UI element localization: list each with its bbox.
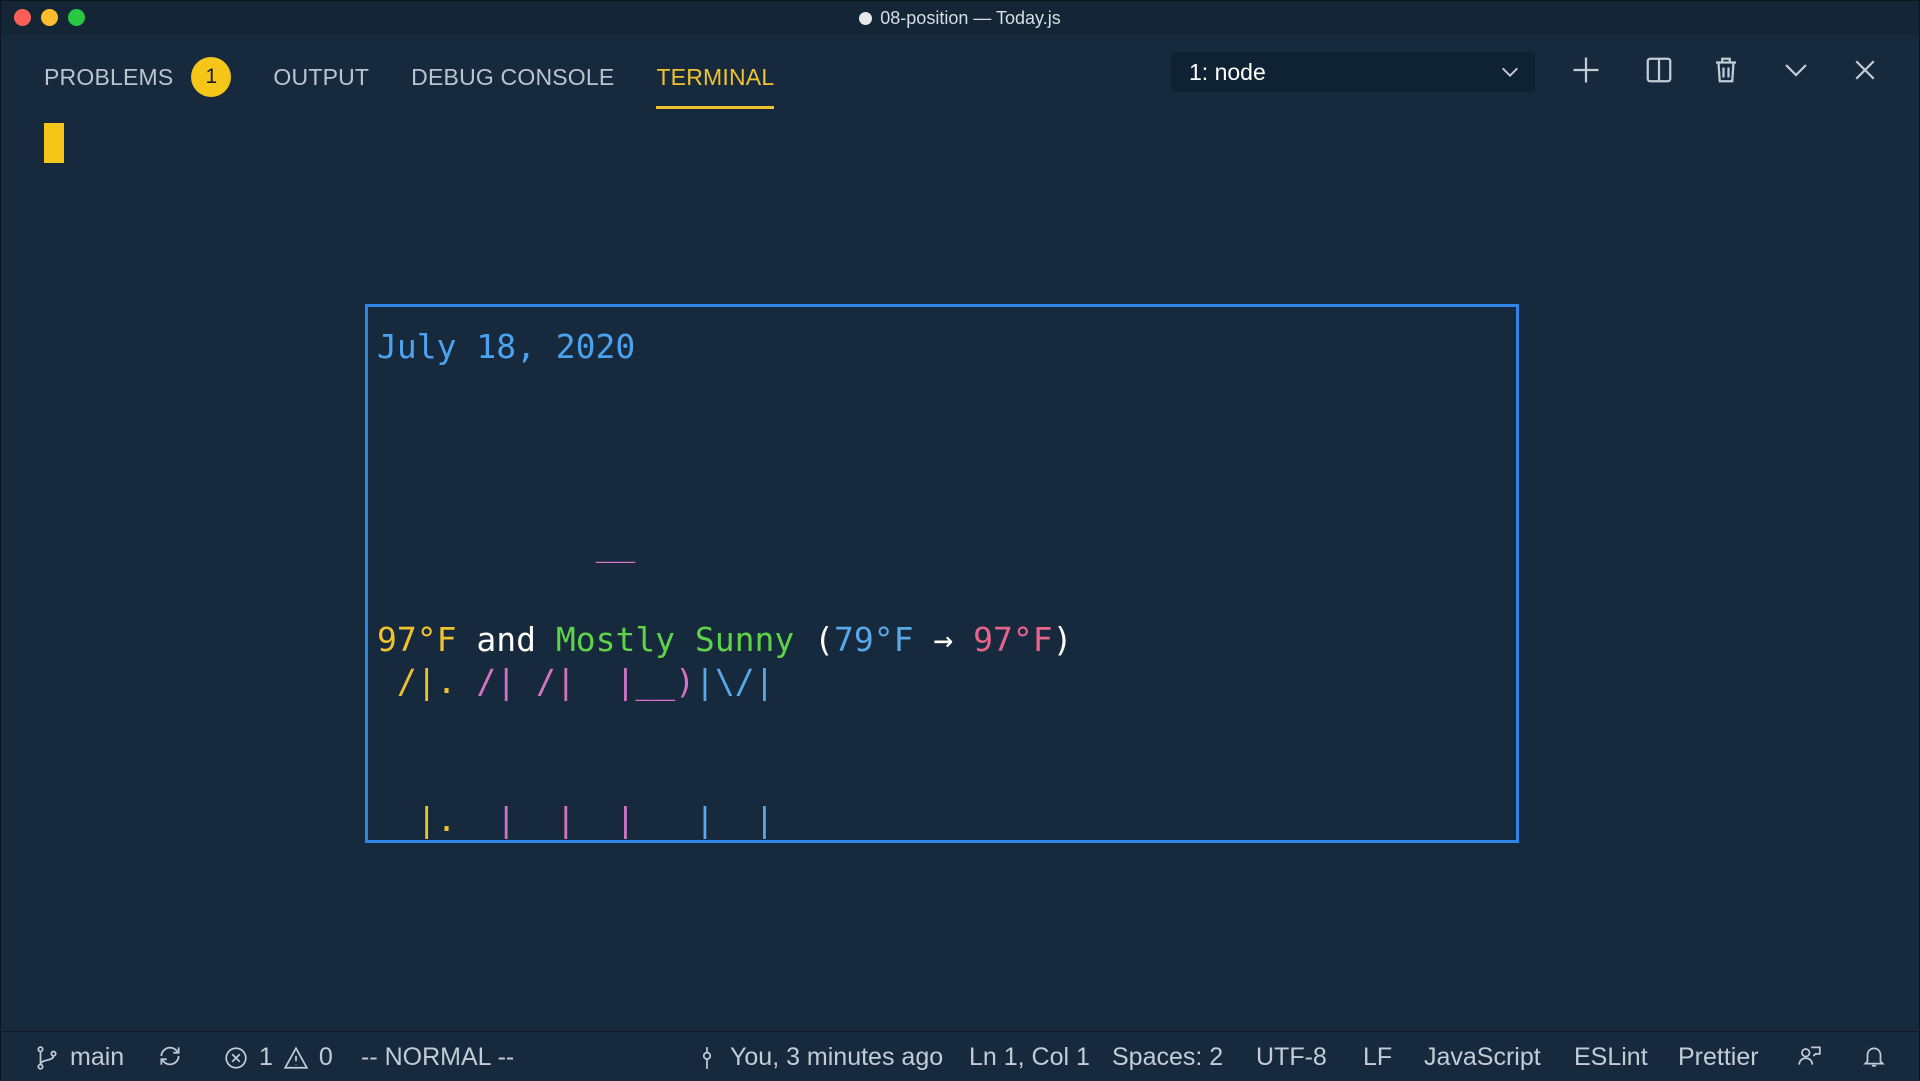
branch-status[interactable]: main xyxy=(34,1043,124,1072)
indentation-status[interactable]: Spaces: 2 xyxy=(1112,1043,1223,1072)
tab-terminal[interactable]: TERMINAL xyxy=(656,64,774,91)
unsaved-dot-icon xyxy=(859,12,872,25)
maximize-panel-button[interactable] xyxy=(1779,53,1813,87)
tab-output[interactable]: OUTPUT xyxy=(273,64,369,91)
trash-icon xyxy=(1711,55,1741,85)
window-title-text: 08-position — Today.js xyxy=(880,8,1060,29)
new-terminal-button[interactable] xyxy=(1569,53,1603,87)
high-temperature: 97°F xyxy=(973,620,1052,659)
date-text: July 18, 2020 xyxy=(377,327,635,366)
feedback-icon xyxy=(1796,1043,1822,1069)
split-icon xyxy=(1644,55,1674,85)
chevron-down-icon xyxy=(1499,61,1521,83)
split-terminal-button[interactable] xyxy=(1642,53,1676,87)
tab-problems[interactable]: PROBLEMS 1 xyxy=(44,57,231,97)
notifications-button[interactable] xyxy=(1861,1043,1887,1069)
weather-open-paren: ( xyxy=(814,620,834,659)
window-title: 08-position — Today.js xyxy=(859,8,1060,29)
git-blame-status[interactable]: You, 3 minutes ago xyxy=(694,1043,943,1072)
terminal-cursor xyxy=(44,123,64,163)
panel-header: PROBLEMS 1 OUTPUT DEBUG CONSOLE TERMINAL… xyxy=(1,35,1919,107)
error-icon xyxy=(223,1045,249,1071)
tab-debug-console-label: DEBUG CONSOLE xyxy=(411,64,614,91)
prettier-status[interactable]: Prettier xyxy=(1678,1043,1759,1072)
tab-terminal-label: TERMINAL xyxy=(656,64,774,91)
close-panel-button[interactable] xyxy=(1848,53,1882,87)
ascii-time-art: __ /|. /| /| |__)|\/| |. | | | | | xyxy=(377,429,774,935)
sync-button[interactable] xyxy=(157,1043,183,1069)
close-window-button[interactable] xyxy=(14,9,31,26)
error-count: 1 xyxy=(259,1043,273,1072)
problems-count-badge: 1 xyxy=(191,57,231,97)
tab-output-label: OUTPUT xyxy=(273,64,369,91)
problems-status[interactable]: 1 0 xyxy=(223,1043,333,1072)
status-bar: main 1 0 -- NORMAL -- You, 3 minutes ago… xyxy=(1,1031,1919,1081)
editor-window: 08-position — Today.js PROBLEMS 1 OUTPUT… xyxy=(0,0,1920,1080)
range-arrow: → xyxy=(933,620,953,659)
maximize-window-button[interactable] xyxy=(68,9,85,26)
window-controls xyxy=(14,9,85,26)
language-mode-status[interactable]: JavaScript xyxy=(1424,1043,1541,1072)
tab-debug-console[interactable]: DEBUG CONSOLE xyxy=(411,64,614,91)
feedback-button[interactable] xyxy=(1796,1043,1822,1069)
git-branch-icon xyxy=(34,1045,60,1071)
vim-mode-status: -- NORMAL -- xyxy=(361,1043,514,1072)
minimize-window-button[interactable] xyxy=(41,9,58,26)
weather-and: and xyxy=(476,620,536,659)
title-bar: 08-position — Today.js xyxy=(1,1,1919,35)
ascii-time-middle-line: /|. /| /| |__)|\/| xyxy=(377,659,774,705)
weather-condition: Mostly Sunny xyxy=(556,620,794,659)
warning-icon xyxy=(283,1045,309,1071)
sync-icon xyxy=(157,1043,183,1069)
branch-name: main xyxy=(70,1043,124,1072)
today-output-box: July 18, 2020 __ /|. /| /| |__)|\/| |. |… xyxy=(365,304,1519,843)
cursor-position-status[interactable]: Ln 1, Col 1 xyxy=(969,1043,1090,1072)
bell-icon xyxy=(1861,1043,1887,1069)
ascii-time-top-line: __ xyxy=(377,521,774,567)
panel-tabs: PROBLEMS 1 OUTPUT DEBUG CONSOLE TERMINAL xyxy=(44,57,774,97)
warning-count: 0 xyxy=(319,1043,333,1072)
chevron-down-icon xyxy=(1781,55,1811,85)
plus-icon xyxy=(1571,55,1601,85)
ascii-time-bottom-line: |. | | | | | xyxy=(377,797,774,843)
close-icon xyxy=(1850,55,1880,85)
current-temperature: 97°F xyxy=(377,620,456,659)
weather-close-paren: ) xyxy=(1053,620,1073,659)
kill-terminal-button[interactable] xyxy=(1709,53,1743,87)
encoding-status[interactable]: UTF-8 xyxy=(1256,1043,1327,1072)
git-commit-icon xyxy=(694,1045,720,1071)
eslint-status[interactable]: ESLint xyxy=(1574,1043,1648,1072)
weather-line: 97°F and Mostly Sunny (79°F → 97°F) xyxy=(377,620,1072,659)
eol-status[interactable]: LF xyxy=(1363,1043,1392,1072)
terminal-selector-value: 1: node xyxy=(1189,59,1266,86)
tab-problems-label: PROBLEMS xyxy=(44,64,173,91)
low-temperature: 79°F xyxy=(834,620,913,659)
terminal-selector-dropdown[interactable]: 1: node xyxy=(1171,52,1535,92)
